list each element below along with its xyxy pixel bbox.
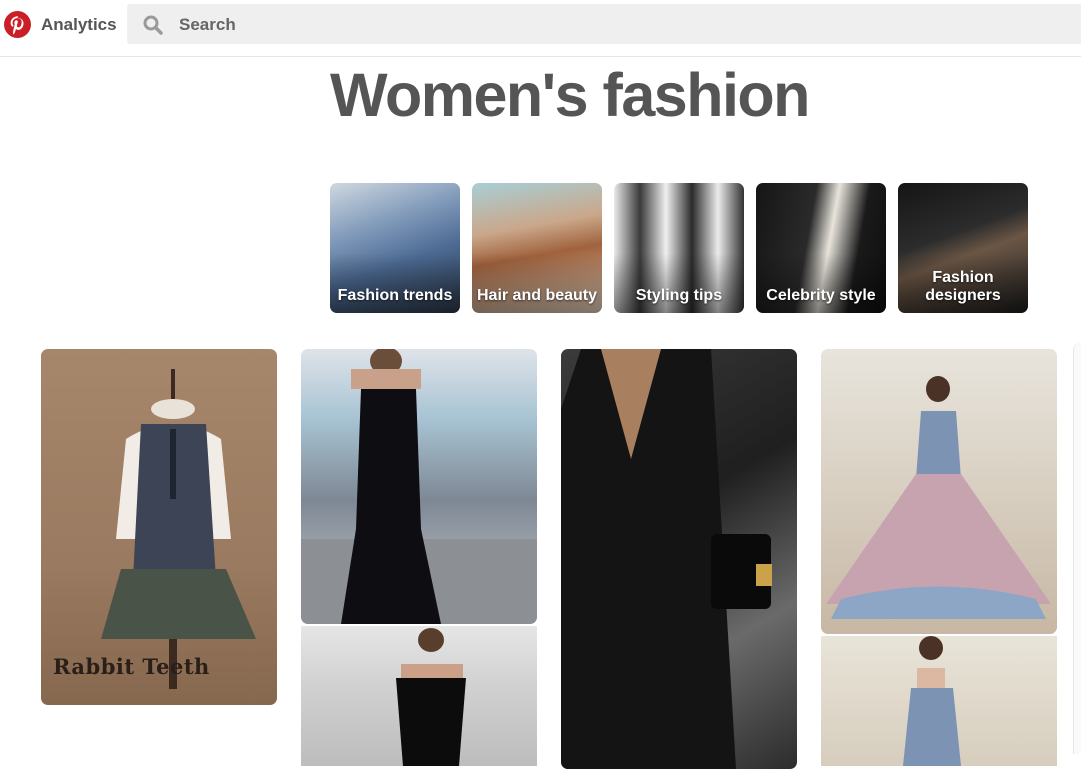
next-column-edge xyxy=(1073,343,1081,754)
topic-fashion-trends[interactable]: Fashion trends xyxy=(330,183,460,313)
page-title: Women's fashion xyxy=(330,61,810,129)
topic-label: Fashion trends xyxy=(337,287,453,304)
pin-blue-pink-tulle-gown[interactable] xyxy=(821,349,1057,634)
blazer-photo-image xyxy=(561,349,772,769)
pin-gown-back-view[interactable] xyxy=(821,636,1057,766)
dress-form-image xyxy=(101,369,256,689)
gown-photo-image xyxy=(301,349,537,624)
jumpsuit-photo-image xyxy=(396,628,466,766)
topic-celebrity-style[interactable]: Celebrity style xyxy=(756,183,886,313)
topic-fashion-designers[interactable]: Fashion designers xyxy=(898,183,1028,313)
topic-label: Hair and beauty xyxy=(476,287,598,304)
pin-black-blazer-handbag[interactable] xyxy=(561,349,797,769)
gown-back-photo-image xyxy=(903,636,961,766)
topic-label: Styling tips xyxy=(635,287,723,304)
topic-hair-and-beauty[interactable]: Hair and beauty xyxy=(472,183,602,313)
top-bar: Analytics xyxy=(0,0,1081,57)
pin-black-off-shoulder-gown[interactable] xyxy=(301,349,537,624)
pin-caption: Rabbit Teeth xyxy=(53,654,210,679)
app-name[interactable]: Analytics xyxy=(41,15,117,35)
topic-label: Celebrity style xyxy=(766,287,876,304)
tulle-gown-photo-image xyxy=(826,376,1051,619)
pin-lolita-vest-dress[interactable]: Rabbit Teeth xyxy=(41,349,277,705)
pinterest-logo-icon[interactable] xyxy=(4,11,31,38)
topic-styling-tips[interactable]: Styling tips xyxy=(614,183,744,313)
search-bar[interactable] xyxy=(127,4,1081,46)
search-icon[interactable] xyxy=(143,15,163,40)
topic-label: Fashion designers xyxy=(925,269,1001,304)
pin-black-off-shoulder-jumpsuit[interactable] xyxy=(301,626,537,766)
search-input[interactable] xyxy=(177,4,1061,46)
